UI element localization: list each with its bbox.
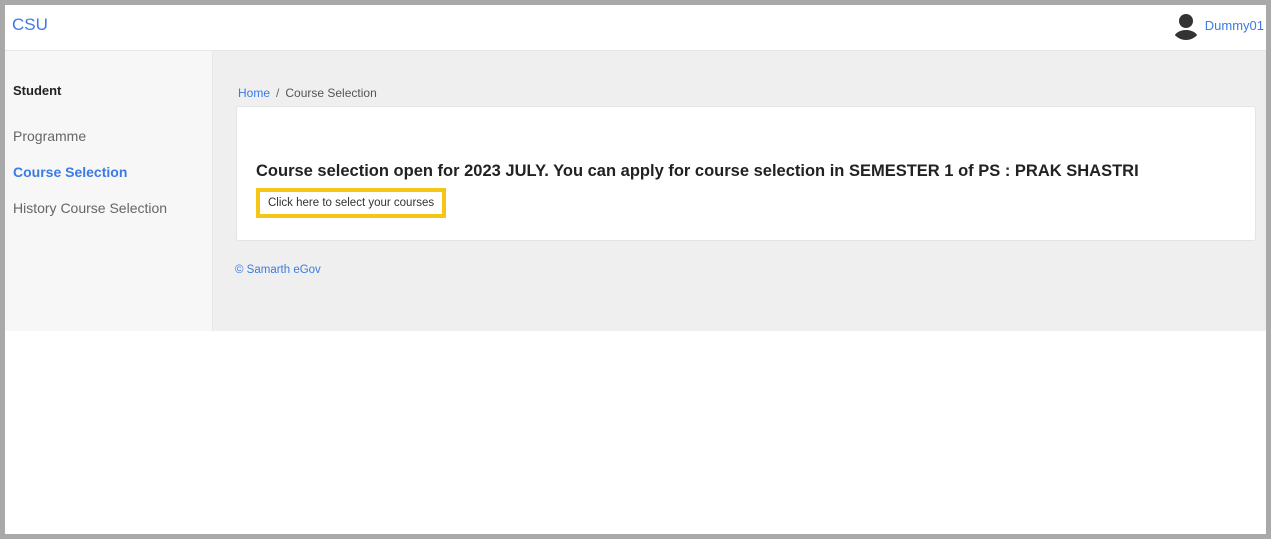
breadcrumb-separator: / xyxy=(276,86,280,100)
user-menu[interactable]: Dummy01 xyxy=(1170,10,1264,40)
sidebar-item-programme[interactable]: Programme xyxy=(13,128,86,144)
footer-copyright-link[interactable]: © Samarth eGov xyxy=(235,264,321,276)
sidebar-item-history-course-selection[interactable]: History Course Selection xyxy=(13,200,167,216)
select-courses-button[interactable]: Click here to select your courses xyxy=(256,188,447,218)
sidebar: Student Programme Course Selection Histo… xyxy=(5,51,213,331)
user-avatar-icon xyxy=(1170,10,1201,40)
course-selection-notice: Course selection open for 2023 JULY. You… xyxy=(256,162,1139,180)
user-name-link[interactable]: Dummy01 xyxy=(1205,18,1264,33)
breadcrumb: Home / Course Selection xyxy=(238,86,377,100)
breadcrumb-home-link[interactable]: Home xyxy=(238,86,270,100)
sidebar-item-course-selection[interactable]: Course Selection xyxy=(13,164,127,180)
main-content: Home / Course Selection Course selection o… xyxy=(213,51,1266,331)
app-window: CSU Dummy01 Student Programme Course Sel… xyxy=(0,0,1271,539)
sidebar-heading: Student xyxy=(13,83,62,98)
top-navbar: CSU Dummy01 xyxy=(5,5,1266,51)
course-selection-card: Course selection open for 2023 JULY. You… xyxy=(236,106,1256,241)
breadcrumb-current: Course Selection xyxy=(285,86,377,100)
brand-link[interactable]: CSU xyxy=(12,15,48,35)
